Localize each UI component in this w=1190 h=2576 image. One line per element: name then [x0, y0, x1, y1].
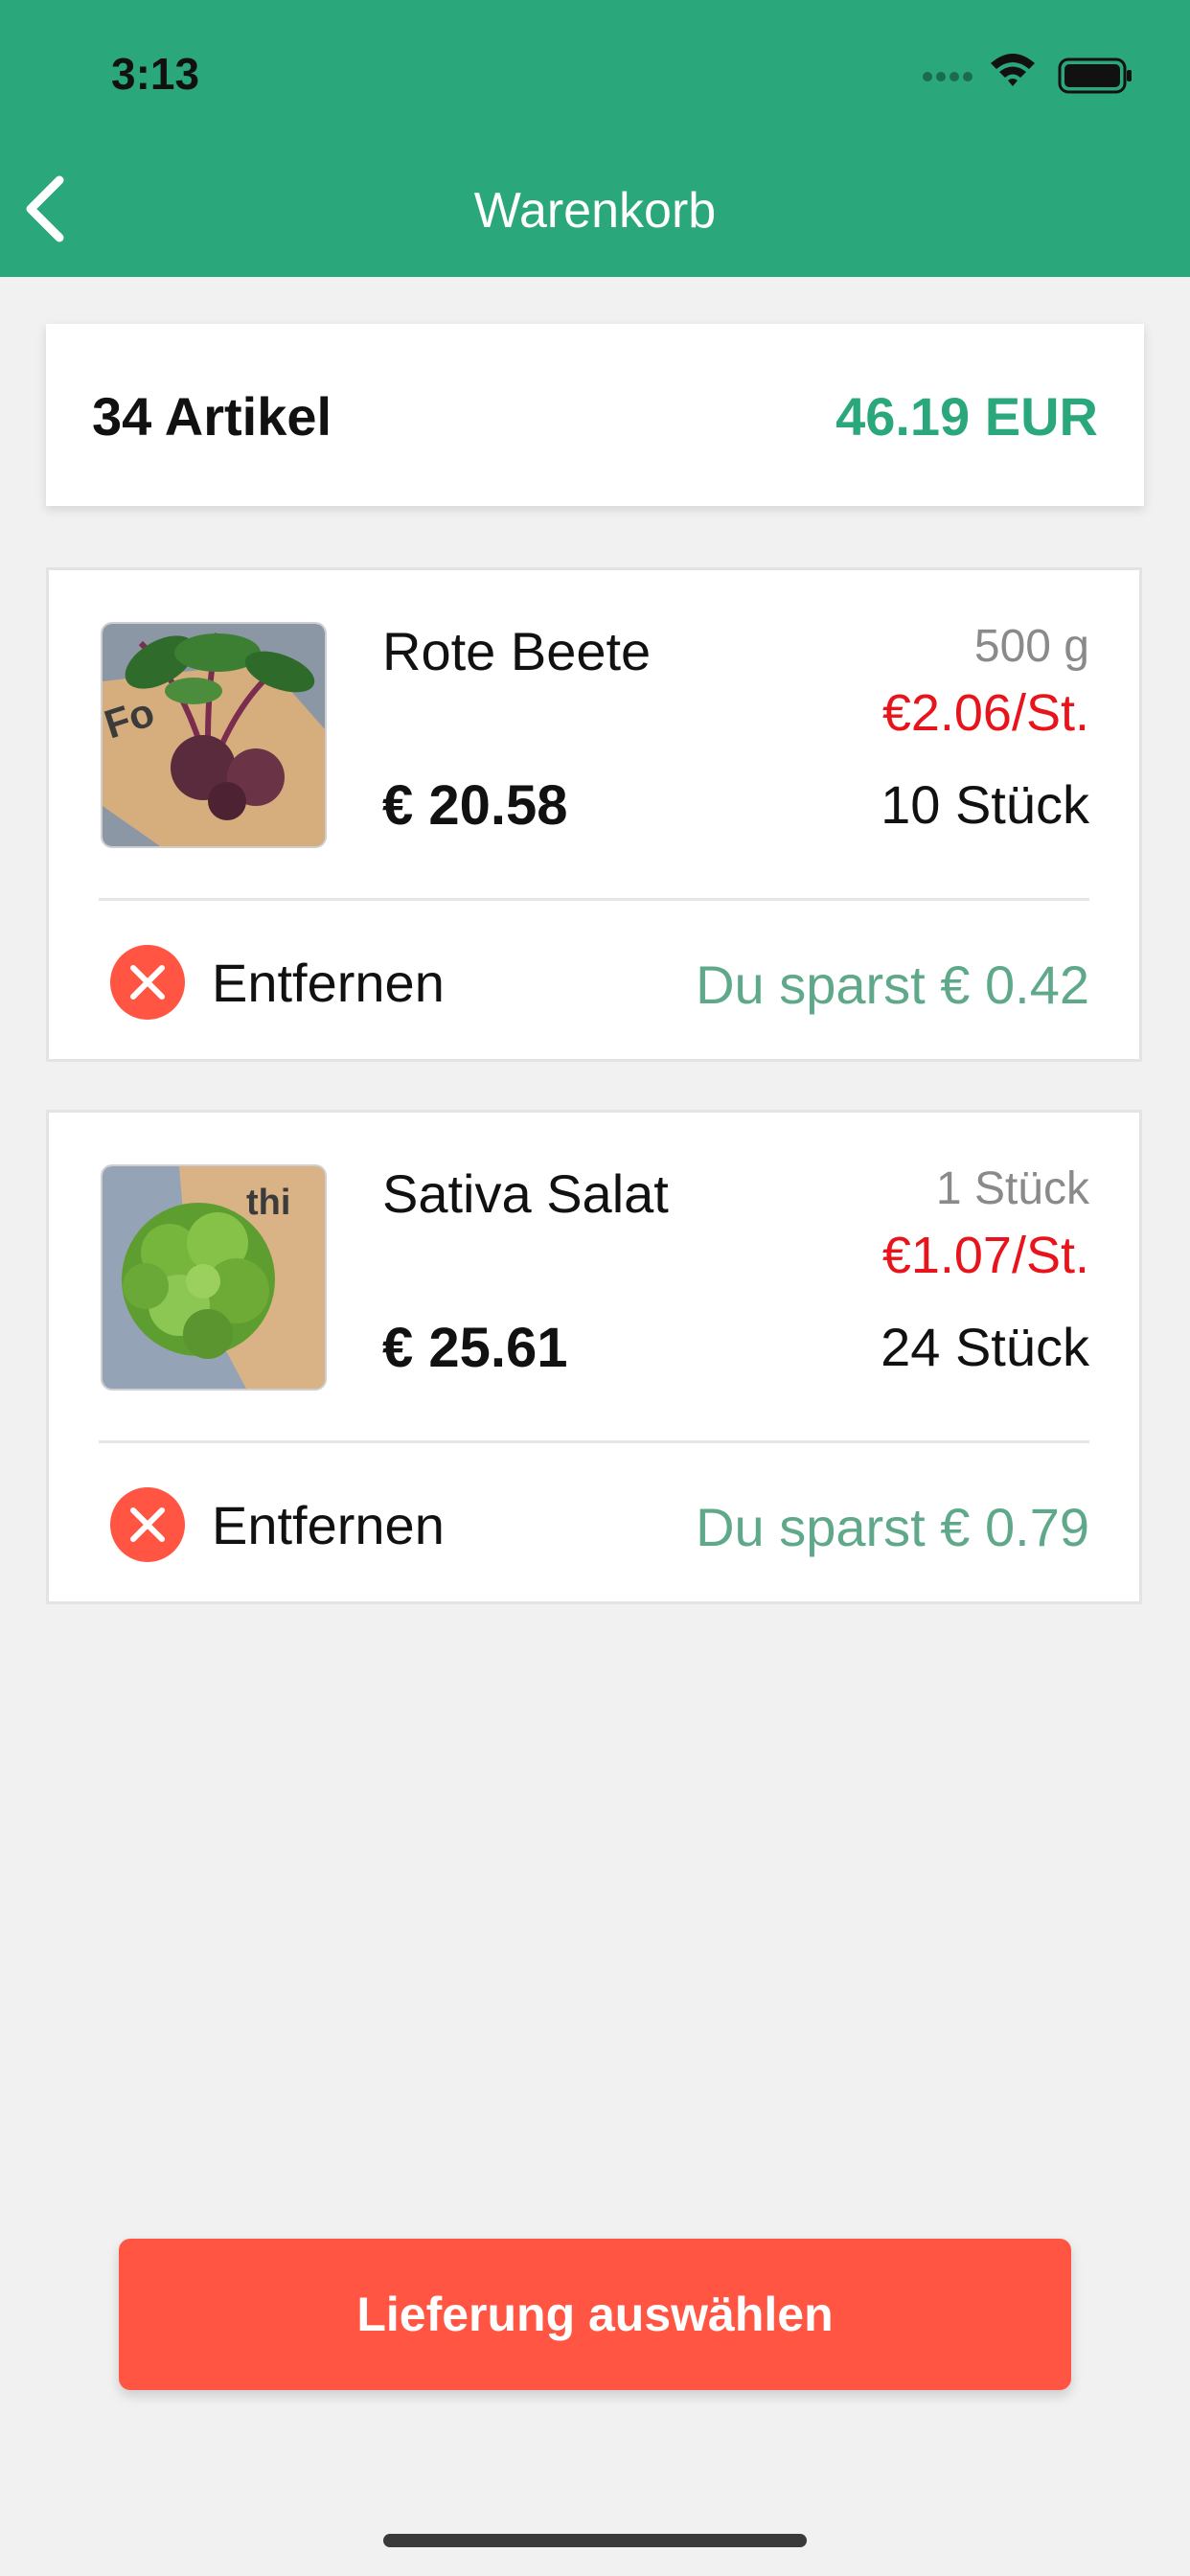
close-icon: [110, 945, 185, 1020]
item-count: 34 Artikel: [92, 386, 332, 447]
select-delivery-button[interactable]: Lieferung auswählen: [119, 2239, 1071, 2390]
product-total-price: € 20.58: [382, 774, 568, 837]
cart-item-card: thi Sativa Salat € 25.61 1 Stück €1.07/S…: [46, 1110, 1142, 1604]
page-title: Warenkorb: [473, 183, 717, 239]
divider: [99, 898, 1089, 901]
remove-button[interactable]: Entfernen: [110, 1484, 445, 1565]
home-indicator[interactable]: [383, 2534, 807, 2547]
product-quantity[interactable]: 10 Stück: [881, 773, 1089, 836]
battery-icon: [1058, 58, 1132, 94]
svg-text:thi: thi: [246, 1183, 290, 1223]
remove-label: Entfernen: [212, 952, 445, 1013]
savings-text: Du sparst € 0.79: [696, 1497, 1089, 1557]
cellular-signal-icon: [923, 72, 973, 81]
product-image-sativa-salat: thi: [101, 1164, 327, 1391]
wifi-icon: [991, 54, 1035, 86]
remove-button[interactable]: Entfernen: [110, 942, 445, 1023]
divider: [99, 1440, 1089, 1443]
savings-text: Du sparst € 0.42: [696, 954, 1089, 1015]
app-header: 3:13 Warenkorb: [0, 0, 1190, 277]
cart-item-card: Fo Rote Beete € 20.58 500 g €2.06/St. 10…: [46, 567, 1142, 1062]
status-time: 3:13: [111, 49, 200, 99]
product-unit-price: €1.07/St.: [881, 1227, 1089, 1284]
product-total-price: € 25.61: [382, 1317, 568, 1379]
product-name: Rote Beete: [382, 621, 652, 681]
remove-label: Entfernen: [212, 1494, 445, 1555]
cart-summary: 34 Artikel 46.19 EUR: [46, 324, 1144, 506]
product-image-rote-beete: Fo: [101, 622, 327, 848]
product-unit-price: €2.06/St.: [881, 684, 1089, 742]
product-quantity[interactable]: 24 Stück: [881, 1316, 1089, 1378]
product-name: Sativa Salat: [382, 1163, 669, 1224]
product-unit: 1 Stück: [935, 1163, 1089, 1214]
cart-total: 46.19 EUR: [835, 386, 1098, 447]
product-unit: 500 g: [973, 621, 1089, 672]
close-icon: [110, 1487, 185, 1562]
